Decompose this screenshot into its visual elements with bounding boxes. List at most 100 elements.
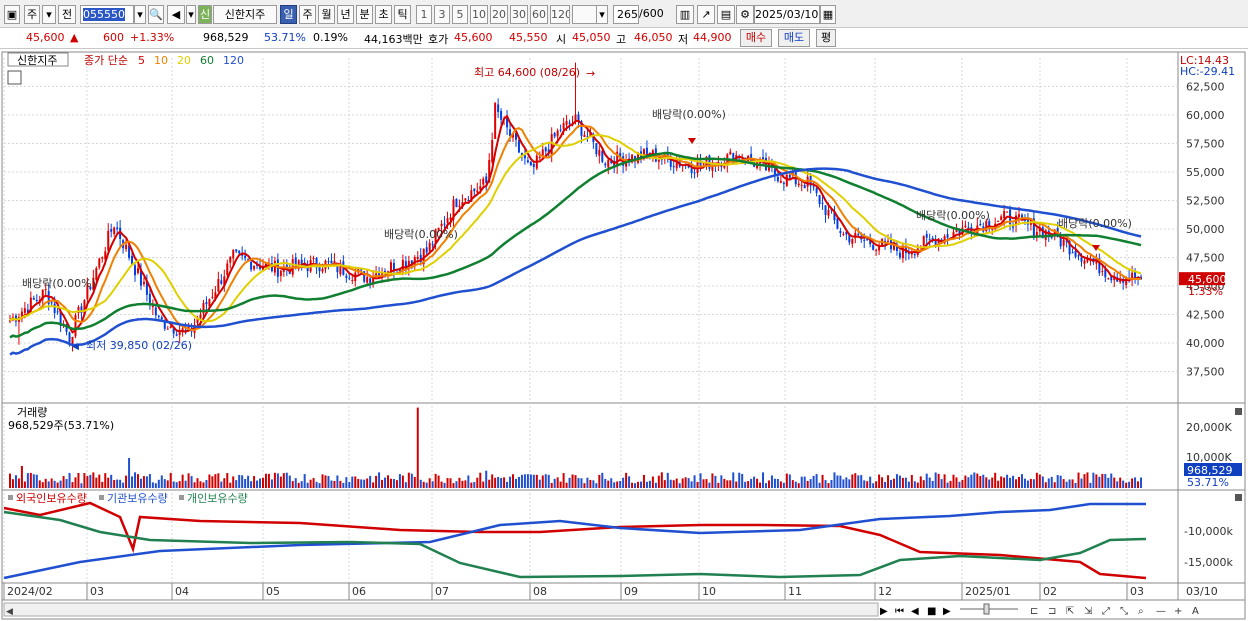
- volume-bar: [125, 475, 128, 488]
- option-dropdown-icon[interactable]: ▾: [186, 5, 196, 24]
- scrollbar[interactable]: [3, 602, 879, 617]
- playback-icon[interactable]: ◀: [911, 606, 919, 617]
- period-tab-2[interactable]: 월: [318, 5, 335, 24]
- interval-20[interactable]: 20: [490, 5, 508, 24]
- candle: [607, 159, 610, 168]
- tool-icon[interactable]: ⊏: [1030, 606, 1038, 617]
- tool-icon[interactable]: +: [1174, 606, 1182, 617]
- gear-icon[interactable]: ⚙: [736, 5, 754, 24]
- even-button[interactable]: 평: [816, 29, 836, 47]
- period-tab-0[interactable]: 일: [280, 5, 297, 24]
- interval-3[interactable]: 3: [434, 5, 450, 24]
- candle: [544, 147, 547, 152]
- count-total: /600: [639, 7, 664, 20]
- interval-1[interactable]: 1: [416, 5, 432, 24]
- print-icon[interactable]: ▤: [717, 5, 735, 24]
- period-tab-5[interactable]: 초: [375, 5, 392, 24]
- hc-label: HC:-29.41: [1180, 65, 1235, 78]
- buy-button[interactable]: 매수: [740, 29, 772, 47]
- period-tab-1[interactable]: 주: [299, 5, 316, 24]
- quote-ask: 45,600: [454, 31, 493, 44]
- search-icon[interactable]: 🔍: [148, 5, 164, 24]
- volume-bar: [901, 477, 904, 488]
- interval-60[interactable]: 60: [530, 5, 548, 24]
- count-input[interactable]: 265: [613, 5, 639, 24]
- candle: [803, 185, 806, 189]
- tool-icon[interactable]: —: [1156, 606, 1166, 617]
- candle-icon[interactable]: ▥: [676, 5, 694, 24]
- volume-bar: [767, 480, 770, 488]
- candle: [1110, 276, 1113, 281]
- period-tab-6[interactable]: 틱: [394, 5, 411, 24]
- interval-5[interactable]: 5: [452, 5, 468, 24]
- volume-bar: [619, 480, 622, 488]
- volume-bar: [765, 483, 767, 488]
- interval-dropdown-icon[interactable]: ▾: [596, 5, 608, 24]
- volume-bar: [437, 475, 440, 488]
- volume-bar: [1113, 477, 1116, 488]
- market-button[interactable]: 주: [24, 5, 40, 24]
- grid-toggle-icon[interactable]: [7, 70, 22, 85]
- zoom-handle[interactable]: [983, 603, 990, 615]
- interval-120[interactable]: 120: [550, 5, 570, 24]
- volume-bar: [1074, 483, 1077, 488]
- playback-icon[interactable]: ▶: [943, 606, 951, 617]
- layout-icon[interactable]: ▣: [4, 5, 20, 24]
- volume-bar: [509, 476, 512, 488]
- draw-icon[interactable]: ↗: [697, 5, 715, 24]
- playback-icon[interactable]: ⏮: [895, 606, 904, 617]
- close-icon[interactable]: [1235, 408, 1242, 415]
- prev-button[interactable]: 전: [58, 5, 76, 24]
- volume-bar: [395, 480, 398, 488]
- volume-bar: [327, 475, 330, 488]
- volume-bar: [994, 472, 997, 488]
- date-input[interactable]: 2025/03/10: [754, 5, 820, 24]
- period-tab-3[interactable]: 년: [337, 5, 354, 24]
- sell-button[interactable]: 매도: [778, 29, 810, 47]
- scroll-left-icon[interactable]: ◀: [6, 607, 13, 617]
- scroll-right-icon[interactable]: ▶: [880, 606, 888, 617]
- volume-bar: [461, 480, 464, 488]
- volume-bar: [892, 478, 895, 488]
- code-input[interactable]: 055550: [80, 5, 134, 24]
- tool-icon[interactable]: ⤢: [1102, 606, 1110, 617]
- chart-area[interactable]: 62,500 60,000 57,500 55,000 52,500 50,000 47,5…: [0, 50, 1248, 621]
- tool-icon[interactable]: ⤡: [1120, 606, 1128, 617]
- volume-bar: [71, 482, 74, 488]
- interval-10[interactable]: 10: [470, 5, 488, 24]
- period-tab-4[interactable]: 분: [356, 5, 373, 24]
- tool-icon[interactable]: ⌕: [1138, 606, 1144, 617]
- quote-row: 45,600 ▲ 600 +1.33% 968,529 53.71% 0.19% 44,163…: [0, 28, 1248, 49]
- candle: [827, 209, 830, 216]
- speaker-icon[interactable]: ◀: [167, 5, 185, 24]
- tool-icon[interactable]: ⊐: [1048, 606, 1056, 617]
- volume-bar: [562, 473, 565, 488]
- tool-icon[interactable]: ⇱: [1066, 606, 1074, 617]
- volume-bar: [160, 475, 163, 488]
- volume-bar: [845, 477, 848, 488]
- playback-icon[interactable]: ■: [927, 606, 936, 617]
- volume-bar: [1137, 481, 1140, 488]
- volume-bar: [803, 476, 806, 488]
- volume-bar: [282, 473, 285, 488]
- candle: [583, 134, 586, 138]
- code-dropdown-icon[interactable]: ▾: [134, 5, 146, 24]
- interval-30[interactable]: 30: [510, 5, 528, 24]
- tool-icon[interactable]: A: [1192, 606, 1199, 617]
- candle: [211, 296, 214, 298]
- candle: [229, 256, 232, 263]
- volume-bar: [714, 475, 717, 488]
- volume-bar: [264, 473, 267, 488]
- candle: [1083, 260, 1086, 264]
- calendar-icon[interactable]: ▦: [820, 5, 836, 24]
- tool-icon[interactable]: ⇲: [1084, 606, 1093, 617]
- last-pct-label: 1.33%: [1188, 285, 1223, 298]
- volume-bar: [738, 472, 741, 488]
- volume-bar: [776, 478, 779, 488]
- x-right-label: 03/10: [1186, 585, 1218, 598]
- close-icon[interactable]: [1235, 494, 1242, 501]
- market-dropdown-icon[interactable]: ▾: [42, 5, 56, 24]
- candle: [250, 261, 253, 270]
- volume-bar: [32, 474, 35, 488]
- candle: [35, 299, 38, 301]
